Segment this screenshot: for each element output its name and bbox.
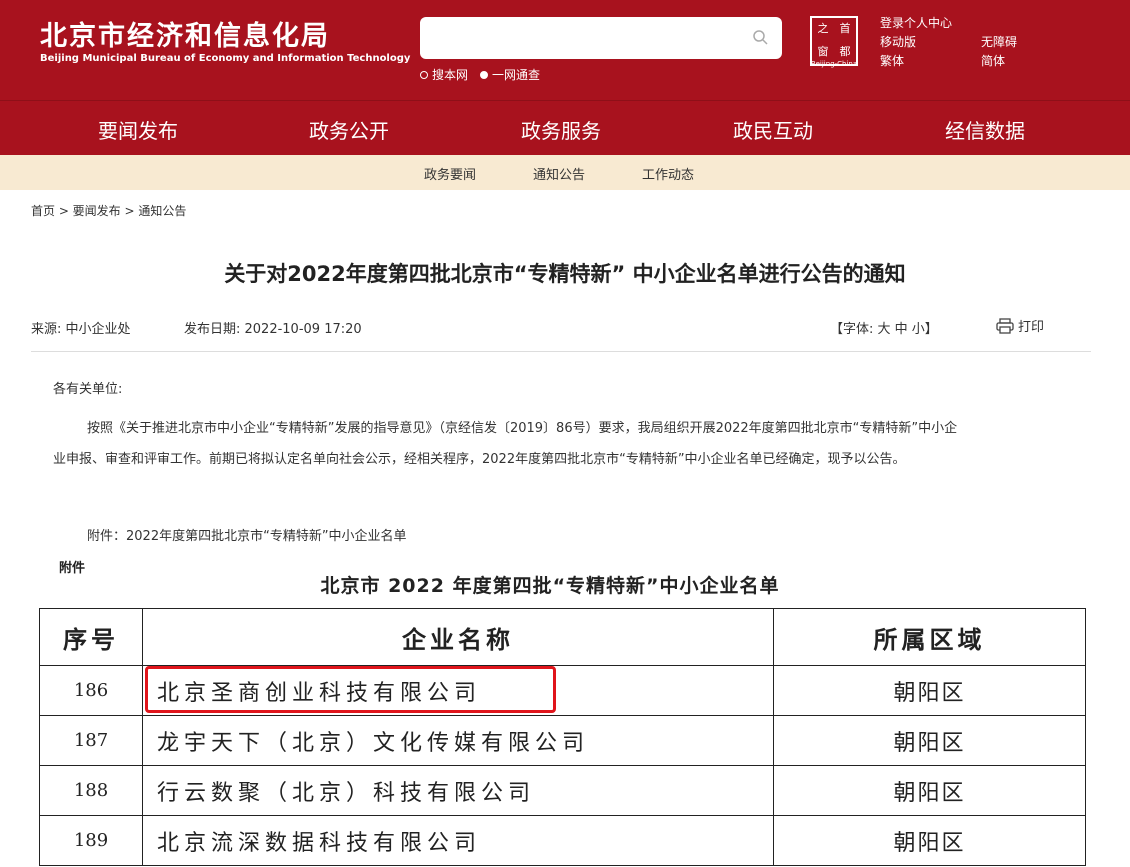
search-scope-all-label: 一网通查 — [492, 68, 541, 82]
search-scope: 搜本网 一网通查 — [420, 66, 540, 83]
table-row: 189 北京流深数据科技有限公司 朝阳区 — [39, 815, 1086, 866]
body-line-1: 按照《关于推进北京市中小企业“专精特新”发展的指导意见》（京经信发〔2019〕8… — [87, 421, 958, 436]
radio-unchecked-icon — [420, 70, 428, 79]
subnav-item-gov-news[interactable]: 政务要闻 — [424, 164, 476, 183]
row-index: 186 — [39, 665, 143, 716]
table-row: 188 行云数聚（北京）科技有限公司 朝阳区 — [39, 765, 1086, 816]
attachment-link[interactable]: 附件：2022年度第四批北京市“专精特新”中小企业名单 — [87, 522, 407, 552]
header-company: 企业名称 — [142, 608, 774, 666]
list-title: 北京市 2022 年度第四批“专精特新”中小企业名单 — [320, 575, 780, 597]
printer-icon — [996, 317, 1014, 334]
row-company: 龙宇天下（北京）文化传媒有限公司 — [142, 715, 774, 766]
highlight-box — [145, 666, 556, 713]
subnav-item-work-updates[interactable]: 工作动态 — [642, 164, 694, 183]
article-date: 发布日期: 2022-10-09 17:20 — [184, 322, 362, 337]
row-district: 朝阳区 — [773, 715, 1086, 766]
row-index: 188 — [39, 765, 143, 816]
header-district: 所属区域 — [773, 608, 1086, 666]
row-district: 朝阳区 — [773, 815, 1086, 866]
search-scope-all[interactable]: 一网通查 — [480, 66, 540, 83]
company-table: 序号 企业名称 所属区域 186 北京圣商创业科技有限公司 朝阳区 187 龙宇… — [39, 608, 1086, 866]
sub-nav: 政务要闻 通知公告 工作动态 — [0, 155, 1130, 190]
search-icon[interactable] — [752, 29, 768, 45]
site-logo-subtitle: Beijing Municipal Bureau of Economy and … — [40, 53, 411, 64]
table-header-row: 序号 企业名称 所属区域 — [39, 608, 1086, 666]
site-header: 北京市经济和信息化局 Beijing Municipal Bureau of E… — [0, 0, 1130, 100]
print-label: 打印 — [1018, 320, 1045, 335]
seal-char: 首 — [839, 22, 851, 35]
font-size-selector[interactable]: 【字体: 大 中 小】 — [830, 318, 938, 337]
header-index: 序号 — [39, 608, 143, 666]
row-district: 朝阳区 — [773, 765, 1086, 816]
nav-item-gov-affairs[interactable]: 政务公开 — [279, 115, 419, 144]
login-link[interactable]: 登录个人中心 — [880, 14, 952, 31]
subnav-item-notices[interactable]: 通知公告 — [533, 164, 585, 183]
radio-checked-icon — [480, 70, 489, 79]
site-logo-title[interactable]: 北京市经济和信息化局 — [40, 14, 330, 53]
row-district: 朝阳区 — [773, 665, 1086, 716]
row-company: 北京流深数据科技有限公司 — [142, 815, 774, 866]
nav-item-services[interactable]: 政务服务 — [491, 115, 631, 144]
seal-caption: Beijing-China — [810, 60, 858, 68]
divider — [31, 351, 1091, 352]
capital-window-seal[interactable]: 之 首 窗 都 — [810, 16, 858, 66]
nav-item-news[interactable]: 要闻发布 — [68, 115, 208, 161]
breadcrumb[interactable]: 首页 > 要闻发布 > 通知公告 — [31, 202, 186, 219]
nav-item-data[interactable]: 经信数据 — [915, 115, 1055, 144]
article-title: 关于对2022年度第四批北京市“专精特新” 中小企业名单进行公告的通知 — [224, 262, 906, 286]
main-nav: 要闻发布 政务公开 政务服务 政民互动 经信数据 — [0, 100, 1130, 161]
search-scope-site-label: 搜本网 — [432, 68, 469, 82]
nav-item-interaction[interactable]: 政民互动 — [703, 115, 843, 144]
traditional-chinese-link[interactable]: 繁体 — [880, 52, 904, 69]
simplified-chinese-link[interactable]: 简体 — [981, 52, 1005, 69]
article-source: 来源: 中小企业处 — [31, 322, 131, 337]
row-index: 189 — [39, 815, 143, 866]
greeting: 各有关单位: — [53, 382, 123, 397]
seal-char: 之 — [817, 22, 829, 35]
search-scope-site[interactable]: 搜本网 — [420, 66, 468, 83]
body-line-2: 业申报、审查和评审工作。前期已将拟认定名单向社会公示，经相关程序，2022年度第… — [53, 452, 906, 467]
print-button[interactable]: 打印 — [996, 316, 1044, 335]
row-company: 行云数聚（北京）科技有限公司 — [142, 765, 774, 816]
accessibility-link[interactable]: 无障碍 — [981, 33, 1017, 50]
table-row: 187 龙宇天下（北京）文化传媒有限公司 朝阳区 — [39, 715, 1086, 766]
search-input[interactable] — [420, 17, 782, 59]
mobile-link[interactable]: 移动版 — [880, 33, 916, 50]
row-index: 187 — [39, 715, 143, 766]
